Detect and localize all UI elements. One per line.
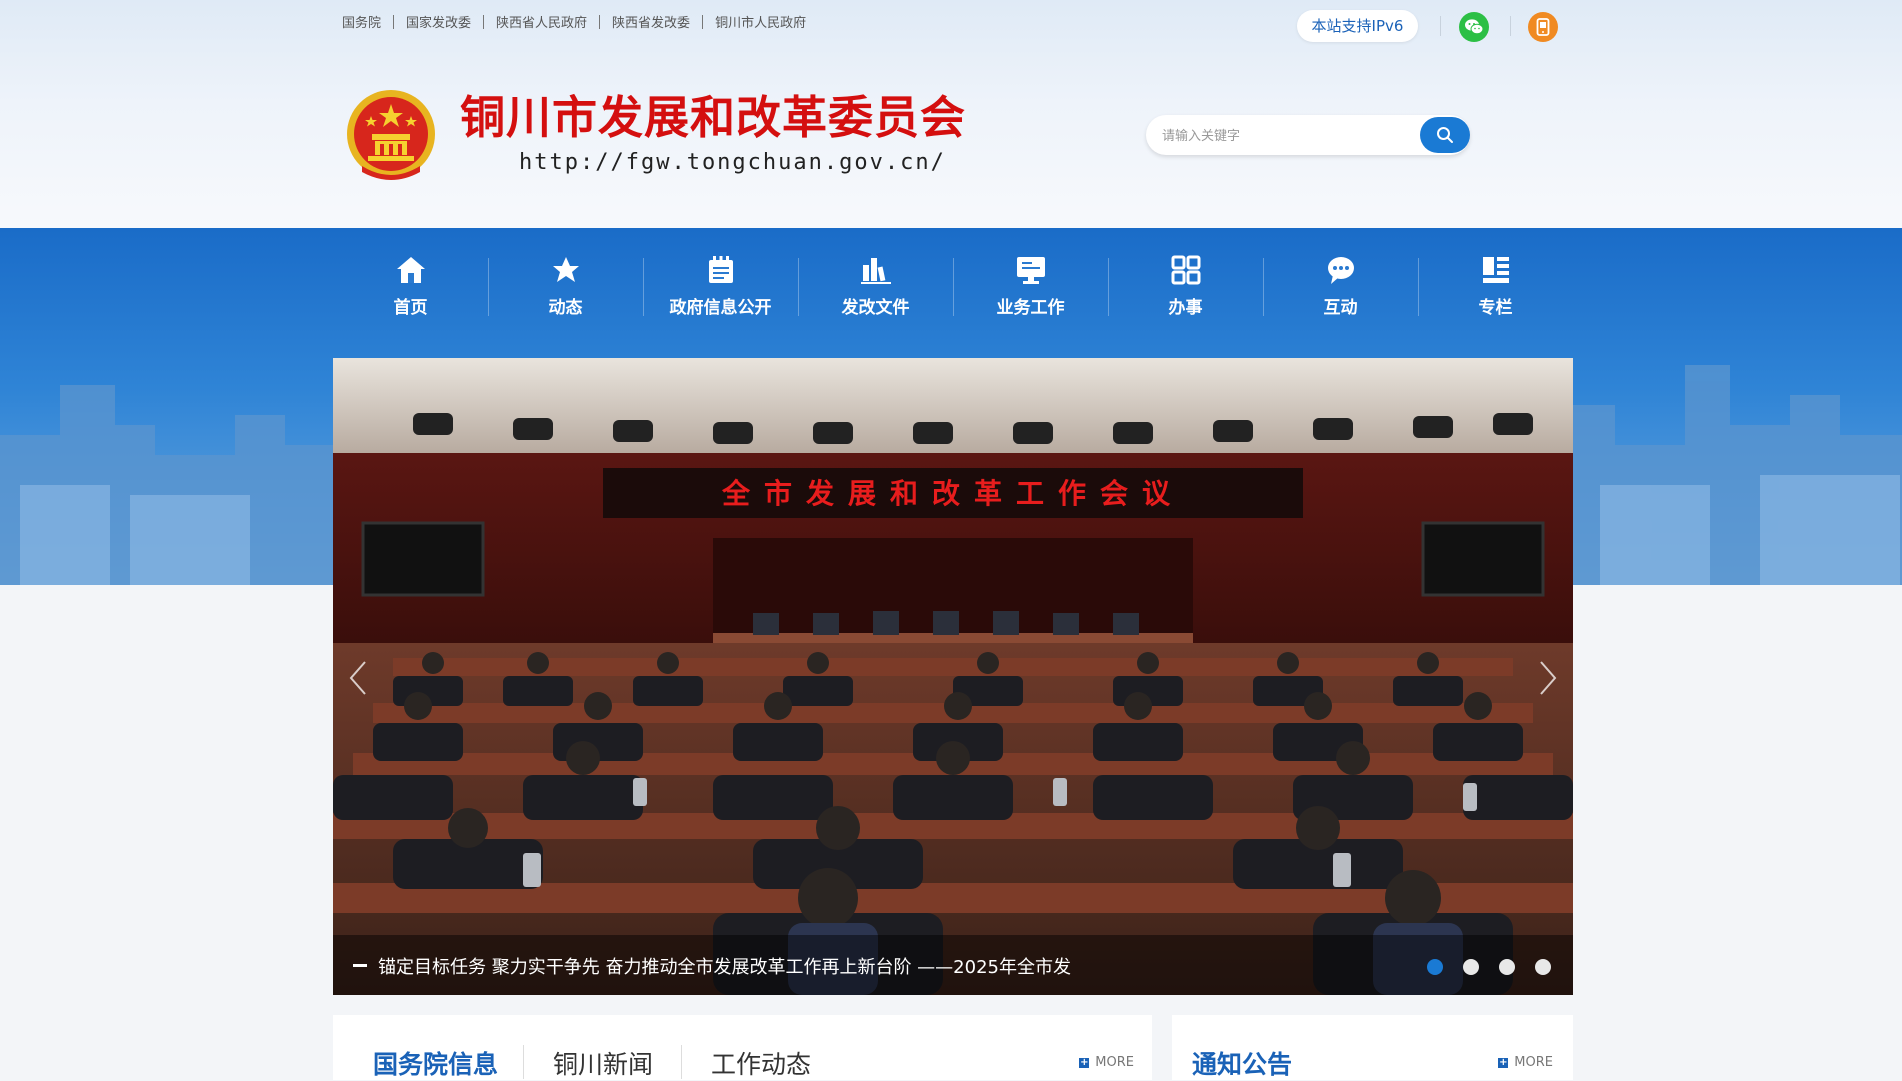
nav-label: 首页 [393, 297, 428, 318]
news-carousel[interactable]: 全市发展和改革工作会议 锚定目标任务 聚力实干争先 奋力推动全市发展改革工作再上… [333, 358, 1573, 995]
star-icon [549, 253, 583, 287]
nav-label: 互动 [1323, 297, 1358, 318]
divider [523, 1045, 524, 1079]
carousel-dot-4[interactable] [1535, 959, 1551, 975]
top-links: 国务院 国家发改委 陕西省人民政府 陕西省发改委 铜川市人民政府 [342, 12, 818, 31]
notice-panel-title[interactable]: 通知公告 [1192, 1045, 1292, 1081]
nav-label: 办事 [1168, 297, 1203, 318]
notice-panel: 通知公告 + MORE [1172, 1015, 1573, 1080]
tab-state-council-info[interactable]: 国务院信息 [373, 1045, 498, 1081]
more-label: MORE [1514, 1055, 1553, 1070]
dash-icon [353, 964, 367, 967]
plus-icon: + [1079, 1056, 1090, 1068]
search-input[interactable] [1160, 115, 1414, 157]
monitor-icon [1014, 253, 1048, 287]
meeting-photo: 全市发展和改革工作会议 [333, 358, 1573, 995]
top-link-shaanxi-drc[interactable]: 陕西省发改委 [600, 12, 702, 31]
chat-icon [1324, 253, 1358, 287]
more-link[interactable]: + MORE [1498, 1055, 1553, 1070]
home-icon [394, 253, 428, 287]
divider [1440, 16, 1441, 36]
slide-caption-link[interactable]: 锚定目标任务 聚力实干争先 奋力推动全市发展改革工作再上新台阶 ——2025年全… [378, 953, 1071, 979]
top-link-state-council[interactable]: 国务院 [342, 12, 393, 31]
meeting-banner-text: 全市发展和改革工作会议 [721, 477, 1184, 510]
carousel-dot-2[interactable] [1463, 959, 1479, 975]
carousel-prev-arrow[interactable] [347, 658, 369, 698]
national-emblem-logo [344, 88, 438, 186]
notepad-icon [704, 253, 738, 287]
nav-label: 发改文件 [841, 297, 910, 318]
news-tabs-panel: 国务院信息 铜川新闻 工作动态 + MORE [333, 1015, 1152, 1080]
nav-item-home[interactable]: 首页 [333, 236, 488, 334]
tab-tongchuan-news[interactable]: 铜川新闻 [553, 1045, 653, 1081]
carousel-next-arrow[interactable] [1537, 658, 1559, 698]
wechat-icon[interactable] [1459, 12, 1489, 42]
site-header: 国务院 国家发改委 陕西省人民政府 陕西省发改委 铜川市人民政府 本站支持IPv… [0, 0, 1902, 228]
top-link-ndrc[interactable]: 国家发改委 [394, 12, 483, 31]
carousel-dot-1[interactable] [1427, 959, 1443, 975]
books-icon [859, 253, 893, 287]
mobile-app-icon[interactable] [1528, 12, 1558, 42]
nav-label: 政府信息公开 [669, 297, 772, 318]
nav-item-business-work[interactable]: 业务工作 [953, 236, 1108, 334]
carousel-pagination [1427, 959, 1551, 975]
search-button[interactable] [1420, 117, 1470, 153]
slide-caption-bar: 锚定目标任务 聚力实干争先 奋力推动全市发展改革工作再上新台阶 ——2025年全… [333, 935, 1573, 995]
search-box [1146, 115, 1470, 157]
nav-label: 业务工作 [996, 297, 1065, 318]
site-title: 铜川市发展和改革委员会 [460, 91, 967, 144]
divider [681, 1045, 682, 1079]
nav-label: 专栏 [1478, 297, 1513, 318]
grid-icon [1169, 253, 1203, 287]
site-url: http://fgw.tongchuan.gov.cn/ [519, 150, 946, 175]
nav-item-news[interactable]: 动态 [488, 236, 643, 334]
nav-item-special-columns[interactable]: 专栏 [1418, 236, 1573, 334]
main-nav: 首页 动态 政府信息公开 发改文件 业务工作 办事 互动 专栏 [333, 236, 1573, 334]
more-link[interactable]: + MORE [1079, 1055, 1134, 1070]
plus-icon: + [1498, 1056, 1509, 1068]
top-link-tongchuan-government[interactable]: 铜川市人民政府 [703, 12, 818, 31]
top-link-shaanxi-government[interactable]: 陕西省人民政府 [484, 12, 599, 31]
carousel-dot-3[interactable] [1499, 959, 1515, 975]
search-icon [1437, 127, 1453, 143]
tab-work-updates[interactable]: 工作动态 [711, 1045, 811, 1081]
nav-item-drc-documents[interactable]: 发改文件 [798, 236, 953, 334]
column-icon [1479, 253, 1513, 287]
more-label: MORE [1095, 1055, 1134, 1070]
divider [1510, 16, 1511, 36]
nav-item-services[interactable]: 办事 [1108, 236, 1263, 334]
nav-label: 动态 [548, 297, 583, 318]
nav-item-gov-info-disclosure[interactable]: 政府信息公开 [643, 236, 798, 334]
nav-item-interaction[interactable]: 互动 [1263, 236, 1418, 334]
ipv6-badge: 本站支持IPv6 [1297, 10, 1418, 42]
